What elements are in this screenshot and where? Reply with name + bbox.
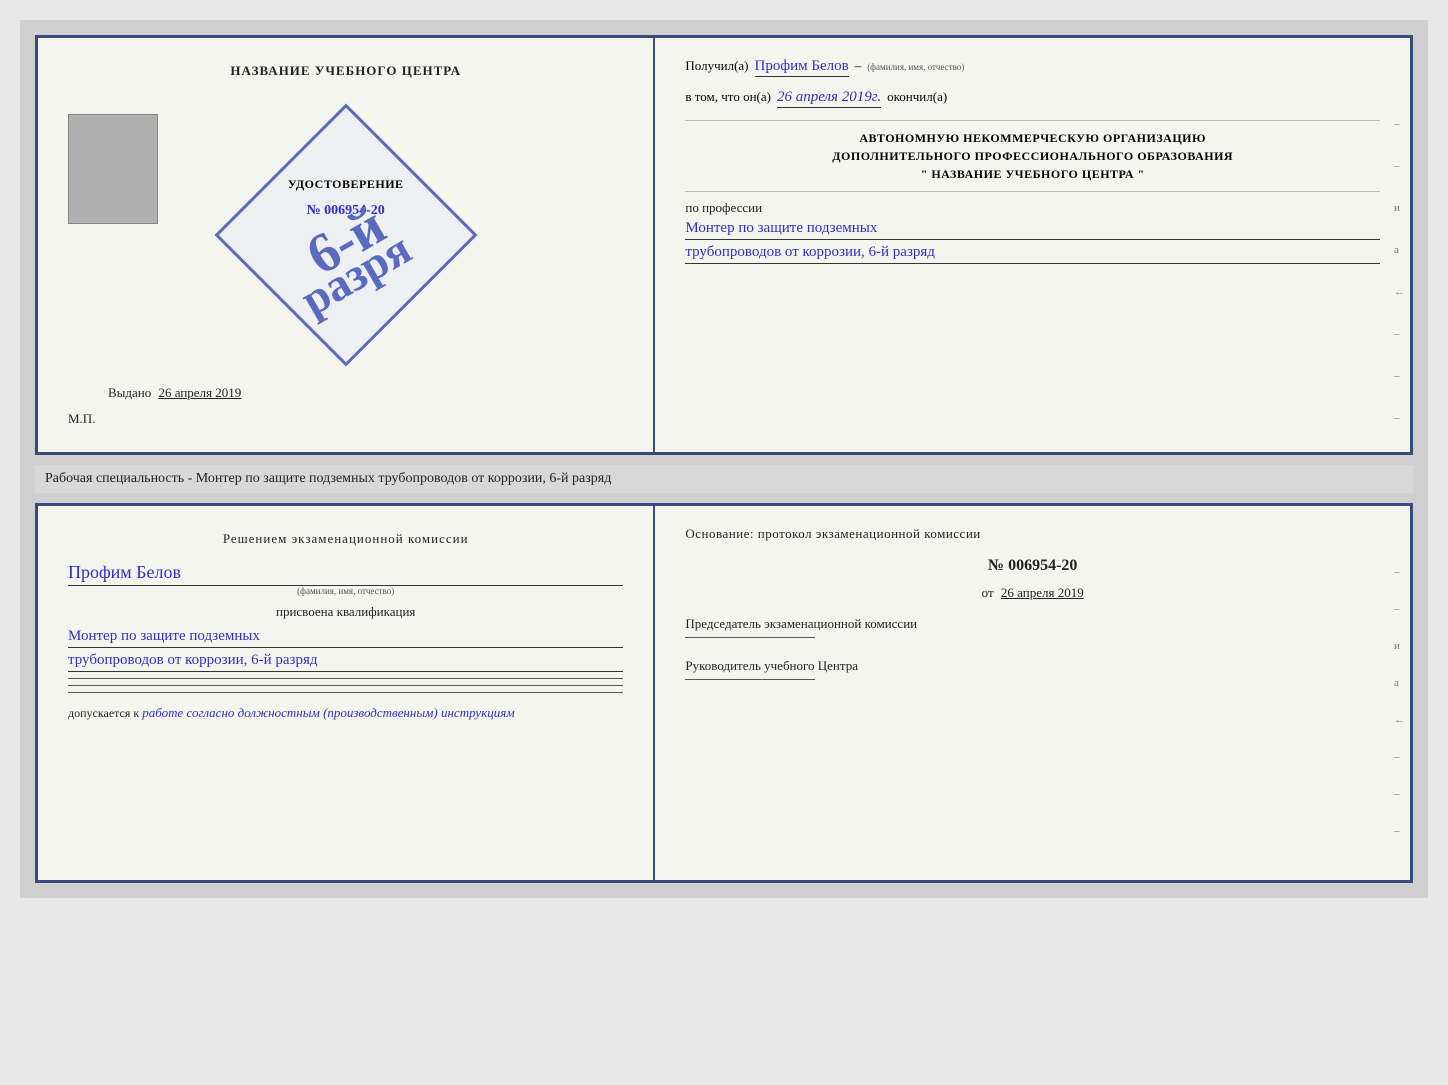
divider-2 bbox=[685, 191, 1380, 192]
name-block-bottom: Профим Белов (фамилия, имя, отчество) bbox=[68, 562, 623, 596]
vtom-date: 26 апреля 2019г. bbox=[777, 89, 881, 108]
ruk-label: Руководитель учебного Центра bbox=[685, 658, 1380, 674]
page-wrapper: НАЗВАНИЕ УЧЕБНОГО ЦЕНТРА УДОСТОВЕРЕНИЕ №… bbox=[20, 20, 1428, 898]
stamp-container: УДОСТОВЕРЕНИЕ № 006954-20 6-й разря bbox=[68, 94, 623, 375]
cert-right-panel: Получил(a) Профим Белов – (фамилия, имя,… bbox=[655, 38, 1410, 452]
separator-2 bbox=[68, 685, 623, 686]
dopuskaetsya-value: работе согласно должностным (производств… bbox=[142, 705, 514, 720]
certificate-bottom: Решением экзаменационной комиссии Профим… bbox=[35, 503, 1413, 883]
predsedatel-block: Председатель экзаменационной комиссии bbox=[685, 616, 1380, 638]
okonchil-label: окончил(а) bbox=[887, 89, 947, 105]
vydano-line: Выдано 26 апреля 2019 bbox=[108, 385, 241, 401]
org-line1: АВТОНОМНУЮ НЕКОММЕРЧЕСКУЮ ОРГАНИЗАЦИЮ bbox=[685, 129, 1380, 147]
poluchil-line: Получил(a) Профим Белов – (фамилия, имя,… bbox=[685, 58, 1380, 77]
mark-dash-5: – bbox=[1394, 412, 1405, 424]
predsedatel-label: Председатель экзаменационной комиссии bbox=[685, 616, 1380, 632]
bottom-mark-dash-5: – bbox=[1394, 825, 1405, 837]
profession-line1-bottom: Монтер по защите подземных bbox=[68, 628, 623, 648]
ruk-sig-line bbox=[685, 679, 815, 680]
mark-dash-4: – bbox=[1394, 370, 1405, 382]
dash-top: – bbox=[855, 58, 862, 74]
protocol-no: № 006954-20 bbox=[685, 557, 1380, 575]
vydano-label: Выдано bbox=[108, 385, 151, 400]
cert-bottom-left: Решением экзаменационной комиссии Профим… bbox=[38, 506, 655, 880]
bottom-mark-dash-3: – bbox=[1394, 751, 1405, 763]
vydano-date: 26 апреля 2019 bbox=[159, 385, 242, 400]
separator-3 bbox=[68, 692, 623, 693]
org-block: АВТОНОМНУЮ НЕКОММЕРЧЕСКУЮ ОРГАНИЗАЦИЮ ДО… bbox=[685, 129, 1380, 183]
protocol-date: от 26 апреля 2019 bbox=[685, 585, 1380, 601]
protocol-date-value: 26 апреля 2019 bbox=[1001, 585, 1084, 600]
osnov-title: Основание: протокол экзаменационной коми… bbox=[685, 526, 1380, 542]
side-marks-bottom: – – и а ← – – – bbox=[1394, 566, 1405, 837]
mark-dash-1: – bbox=[1394, 118, 1405, 130]
fio-label-bottom: (фамилия, имя, отчество) bbox=[68, 586, 623, 596]
middle-text-content: Рабочая специальность - Монтер по защите… bbox=[45, 471, 611, 486]
recipient-name-bottom: Профим Белов bbox=[68, 562, 623, 586]
profession-line1-top: Монтер по защите подземных bbox=[685, 220, 1380, 240]
divider-1 bbox=[685, 120, 1380, 121]
photo-placeholder bbox=[68, 114, 158, 224]
bottom-mark-dash-4: – bbox=[1394, 788, 1405, 800]
po-professii-label: по профессии bbox=[685, 200, 1380, 216]
profession-line2-bottom: трубопроводов от коррозии, 6-й разряд bbox=[68, 652, 623, 672]
dopuskaetsya-block: допускается к работе согласно должностны… bbox=[68, 705, 623, 721]
predsedatel-sig-line bbox=[685, 637, 815, 638]
mark-dash-3: – bbox=[1394, 328, 1405, 340]
org-line2: ДОПОЛНИТЕЛЬНОГО ПРОФЕССИОНАЛЬНОГО ОБРАЗО… bbox=[685, 147, 1380, 165]
mark-k: ← bbox=[1394, 286, 1405, 298]
cert-bottom-right: Основание: протокол экзаменационной коми… bbox=[655, 506, 1410, 880]
mp-line: М.П. bbox=[68, 411, 95, 427]
mark-a: а bbox=[1394, 244, 1405, 256]
prisvoena-label: присвоена квалификация bbox=[68, 604, 623, 620]
org-line3: " НАЗВАНИЕ УЧЕБНОГО ЦЕНТРА " bbox=[685, 165, 1380, 183]
bottom-mark-dash-2: – bbox=[1394, 603, 1405, 615]
recipient-name-top: Профим Белов bbox=[755, 58, 849, 77]
mark-i: и bbox=[1394, 202, 1405, 214]
middle-text: Рабочая специальность - Монтер по защите… bbox=[35, 465, 1413, 493]
protocol-date-prefix: от bbox=[982, 585, 994, 600]
stamp-udost-label: УДОСТОВЕРЕНИЕ bbox=[288, 177, 404, 192]
vtom-label: в том, что он(а) bbox=[685, 89, 771, 105]
cert-title: НАЗВАНИЕ УЧЕБНОГО ЦЕНТРА bbox=[230, 63, 461, 79]
profession-line2-top: трубопроводов от коррозии, 6-й разряд bbox=[685, 244, 1380, 264]
certificate-top: НАЗВАНИЕ УЧЕБНОГО ЦЕНТРА УДОСТОВЕРЕНИЕ №… bbox=[35, 35, 1413, 455]
decision-title: Решением экзаменационной комиссии bbox=[68, 531, 623, 547]
side-marks-top: – – и а ← – – – bbox=[1394, 118, 1405, 424]
bottom-mark-i: и bbox=[1394, 640, 1405, 652]
vtom-line: в том, что он(а) 26 апреля 2019г. окончи… bbox=[685, 89, 1380, 108]
dopuskaetsya-label: допускается к bbox=[68, 706, 139, 720]
fio-label-top: (фамилия, имя, отчество) bbox=[867, 62, 964, 72]
bottom-mark-a: а bbox=[1394, 677, 1405, 689]
stamp-diamond: УДОСТОВЕРЕНИЕ № 006954-20 6-й разря bbox=[246, 135, 446, 335]
separator-1 bbox=[68, 678, 623, 679]
bottom-mark-dash-1: – bbox=[1394, 566, 1405, 578]
bottom-mark-k: ← bbox=[1394, 714, 1405, 726]
cert-left-panel: НАЗВАНИЕ УЧЕБНОГО ЦЕНТРА УДОСТОВЕРЕНИЕ №… bbox=[38, 38, 655, 452]
ruk-block: Руководитель учебного Центра bbox=[685, 658, 1380, 680]
poluchil-label: Получил(a) bbox=[685, 58, 748, 74]
mark-dash-2: – bbox=[1394, 160, 1405, 172]
